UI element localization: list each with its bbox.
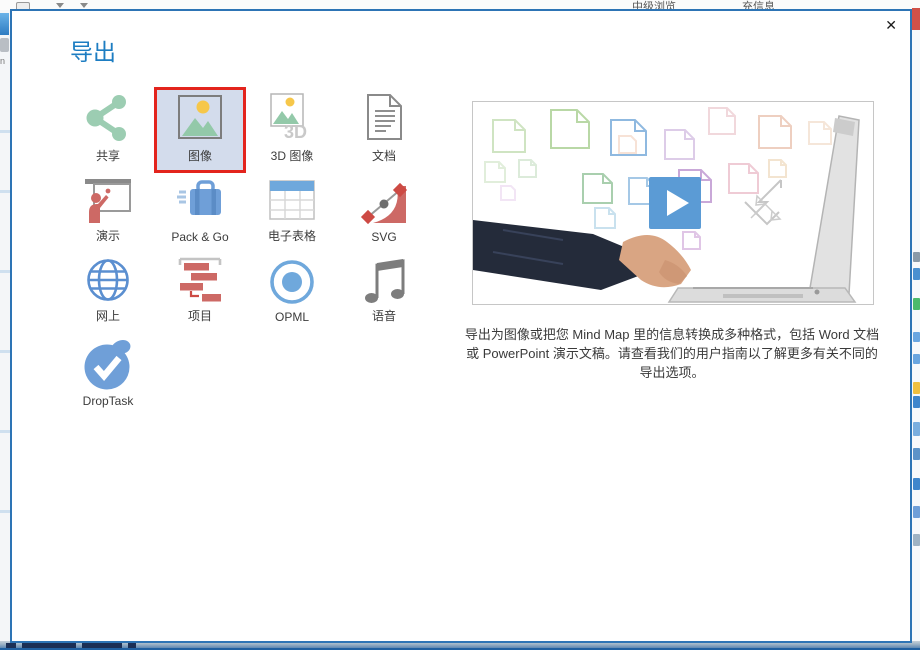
background-left-sliver: n xyxy=(0,10,10,641)
export-option-label: 项目 xyxy=(188,307,212,324)
background-icon xyxy=(0,38,9,52)
background-sidebar-sliver xyxy=(911,10,920,641)
export-option-opml[interactable]: OPML xyxy=(246,253,338,333)
export-option-label: 网上 xyxy=(96,307,120,324)
export-option-share[interactable]: 共享 xyxy=(62,87,154,173)
close-icon[interactable]: ✕ xyxy=(885,18,897,32)
chevron-down-icon xyxy=(56,3,64,8)
background-notification-badge xyxy=(912,8,920,30)
export-option-label: 图像 xyxy=(188,147,212,164)
export-options-grid: 共享 图像 3D 3D 图像 xyxy=(62,87,430,417)
export-option-label: 演示 xyxy=(96,227,120,244)
background-icon xyxy=(0,13,9,35)
export-option-droptask[interactable]: DropTask xyxy=(62,333,154,417)
export-option-document[interactable]: 文档 xyxy=(338,87,430,173)
image-3d-icon: 3D xyxy=(249,90,335,144)
background-text-fragment: n xyxy=(0,56,5,66)
export-option-label: OPML xyxy=(275,310,309,324)
export-option-label: DropTask xyxy=(83,394,134,408)
export-option-svg[interactable]: SVG xyxy=(338,173,430,253)
globe-icon xyxy=(65,256,151,304)
export-option-pack-and-go[interactable]: Pack & Go xyxy=(154,173,246,253)
export-option-web[interactable]: 网上 xyxy=(62,253,154,333)
export-description: 导出为图像或把您 Mind Map 里的信息转换成多种格式，包括 Word 文档… xyxy=(464,325,880,382)
export-option-audio[interactable]: 语音 xyxy=(338,253,430,333)
svg-text:3D: 3D xyxy=(284,122,307,142)
suitcase-icon xyxy=(157,176,243,227)
music-note-icon xyxy=(341,256,427,304)
export-option-label: 电子表格 xyxy=(268,227,316,244)
export-option-spreadsheet[interactable]: 电子表格 xyxy=(246,173,338,253)
presentation-icon xyxy=(65,176,151,224)
export-option-label: 共享 xyxy=(96,147,120,164)
gantt-icon xyxy=(157,256,243,304)
share-icon xyxy=(65,90,151,144)
vector-curve-icon xyxy=(341,176,427,227)
export-option-image[interactable]: 图像 xyxy=(154,87,246,173)
export-option-project[interactable]: 项目 xyxy=(154,253,246,333)
export-option-label: 语音 xyxy=(372,307,396,324)
circle-dot-icon xyxy=(249,256,335,307)
dialog-title: 导出 xyxy=(70,33,116,67)
image-icon xyxy=(157,90,243,144)
spreadsheet-icon xyxy=(249,176,335,224)
droptask-icon xyxy=(65,336,151,391)
export-option-3d-image[interactable]: 3D 3D 图像 xyxy=(246,87,338,173)
document-icon xyxy=(341,90,427,144)
export-video-thumbnail[interactable] xyxy=(472,101,874,305)
export-option-label: 3D 图像 xyxy=(271,147,314,164)
export-option-presentation[interactable]: 演示 xyxy=(62,173,154,253)
export-dialog: ✕ 导出 共享 图像 xyxy=(10,9,912,643)
export-option-label: SVG xyxy=(371,230,396,244)
export-option-label: 文档 xyxy=(372,147,396,164)
chevron-down-icon xyxy=(80,3,88,8)
play-button xyxy=(649,177,701,229)
export-option-label: Pack & Go xyxy=(171,230,228,244)
